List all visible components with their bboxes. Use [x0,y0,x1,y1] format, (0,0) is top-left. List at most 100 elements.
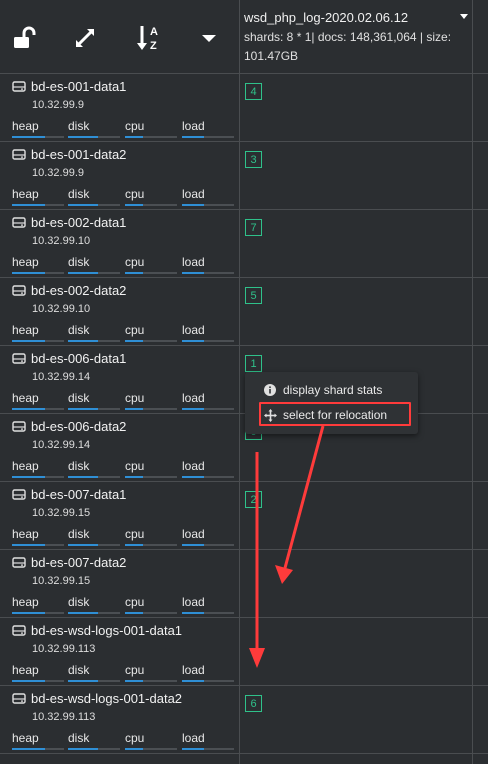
metric-label-load: load [182,187,205,201]
metric-label-cpu: cpu [125,391,145,405]
node-row: bd-es-002-data2 10.32.99.10 heap disk cpu loa… [0,277,239,345]
node-name-text: bd-es-wsd-logs-001-data1 [31,623,183,638]
index-header[interactable]: wsd_php_log-2020.02.06.12 shards: 8 * 1|… [244,10,472,66]
node-name-text: bd-es-006-data1 [31,351,127,366]
sort-az-icon[interactable]: A Z [132,20,168,56]
metric-bar-fill-cpu [125,748,143,750]
node-row: bd-es-006-data2 10.32.99.14 heap disk cpu loa… [0,413,239,481]
shard-box[interactable]: 5 [245,287,262,304]
shard-box[interactable]: 2 [245,491,262,508]
metric-bar-fill-heap [12,476,45,478]
menu-item-display-shard-stats[interactable]: display shard stats [263,383,382,397]
node-name-text: bd-es-001-data2 [31,147,127,162]
expand-icon[interactable] [67,20,103,56]
server-icon [12,421,26,432]
shard-box[interactable]: 1 [245,355,262,372]
metric-bar-fill-load [182,408,204,410]
metric-label-load: load [182,459,205,473]
server-icon [12,489,26,500]
node-name[interactable]: bd-es-002-data1 [12,215,126,230]
metric-label-load: load [182,527,205,541]
node-name[interactable]: bd-es-001-data2 [12,147,126,162]
metric-label-disk: disk [68,255,90,269]
menu-item-label: display shard stats [283,383,383,397]
metric-bar-fill-disk [68,680,98,682]
index-dropdown-caret-icon[interactable] [460,14,468,19]
metric-bar-fill-load [182,272,204,274]
metric-bar-fill-cpu [125,476,143,478]
shard-context-menu: display shard stats select for relocatio… [245,372,418,434]
node-name[interactable]: bd-es-007-data1 [12,487,126,502]
node-row: bd-es-006-data1 10.32.99.14 heap disk cpu loa… [0,345,239,413]
metric-label-disk: disk [68,595,90,609]
metric-label-disk: disk [68,459,90,473]
node-name[interactable]: bd-es-wsd-logs-001-data2 [12,691,182,706]
server-icon [12,81,26,92]
metric-bar-fill-load [182,748,204,750]
node-ip: 10.32.99.14 [32,439,91,451]
metric-label-disk: disk [68,527,90,541]
metric-bar-fill-disk [68,136,98,138]
toolbar: A Z [0,0,239,73]
metric-label-cpu: cpu [125,527,145,541]
node-name[interactable]: bd-es-007-data2 [12,555,126,570]
metric-bar-fill-heap [12,204,45,206]
node-name[interactable]: bd-es-006-data1 [12,351,126,366]
caret-down-icon[interactable] [191,20,227,56]
metric-bar-fill-heap [12,544,45,546]
shard-box[interactable]: 6 [245,695,262,712]
metric-label-heap: heap [12,595,39,609]
metric-bar-fill-disk [68,340,98,342]
server-icon [12,625,26,636]
metric-bar-fill-load [182,204,204,206]
node-ip: 10.32.99.9 [32,99,84,111]
node-row: bd-es-001-data1 10.32.99.9 heap disk cpu load [0,73,239,141]
metric-label-heap: heap [12,323,39,337]
metric-label-disk: disk [68,663,90,677]
metric-bar-fill-cpu [125,272,143,274]
node-name-text: bd-es-007-data1 [31,487,127,502]
metric-bar-fill-heap [12,340,45,342]
unlock-icon[interactable] [6,20,42,56]
node-ip: 10.32.99.15 [32,575,91,587]
node-row: bd-es-007-data1 10.32.99.15 heap disk cpu loa… [0,481,239,549]
metric-label-heap: heap [12,527,39,541]
node-name[interactable]: bd-es-wsd-logs-001-data1 [12,623,182,638]
server-icon [12,353,26,364]
node-name-text: bd-es-002-data2 [31,283,127,298]
metric-bar-fill-load [182,544,204,546]
metric-bar-fill-cpu [125,204,143,206]
metric-bar-fill-load [182,340,204,342]
metric-label-cpu: cpu [125,119,145,133]
shard-box[interactable]: 4 [245,83,262,100]
index-name[interactable]: wsd_php_log-2020.02.06.12 [244,10,472,25]
node-name[interactable]: bd-es-006-data2 [12,419,126,434]
info-icon [263,383,277,397]
metric-bar-fill-heap [12,680,45,682]
server-icon [12,557,26,568]
svg-text:Z: Z [150,40,157,52]
metric-label-cpu: cpu [125,595,145,609]
metric-label-disk: disk [68,323,90,337]
column-divider [239,0,240,764]
metric-label-cpu: cpu [125,731,145,745]
node-row: bd-es-wsd-logs-001-data2 10.32.99.113 heap… [0,685,239,753]
metric-label-load: load [182,119,205,133]
metric-bar-fill-disk [68,612,98,614]
metric-bar-fill-disk [68,748,98,750]
shard-box[interactable]: 3 [245,151,262,168]
metric-bar-fill-disk [68,408,98,410]
metric-bar-fill-heap [12,408,45,410]
node-name-text: bd-es-wsd-logs-001-data2 [31,691,183,706]
index-meta-line1: shards: 8 * 1| docs: 148,361,064 | size: [244,30,452,44]
metric-label-disk: disk [68,187,90,201]
node-name[interactable]: bd-es-002-data2 [12,283,126,298]
metric-bar-fill-disk [68,476,98,478]
node-name-text: bd-es-001-data1 [31,79,127,94]
metric-bar-fill-load [182,612,204,614]
node-name[interactable]: bd-es-001-data1 [12,79,126,94]
shard-box[interactable]: 7 [245,219,262,236]
metric-label-heap: heap [12,119,39,133]
metric-label-cpu: cpu [125,255,145,269]
metric-label-load: load [182,391,205,405]
